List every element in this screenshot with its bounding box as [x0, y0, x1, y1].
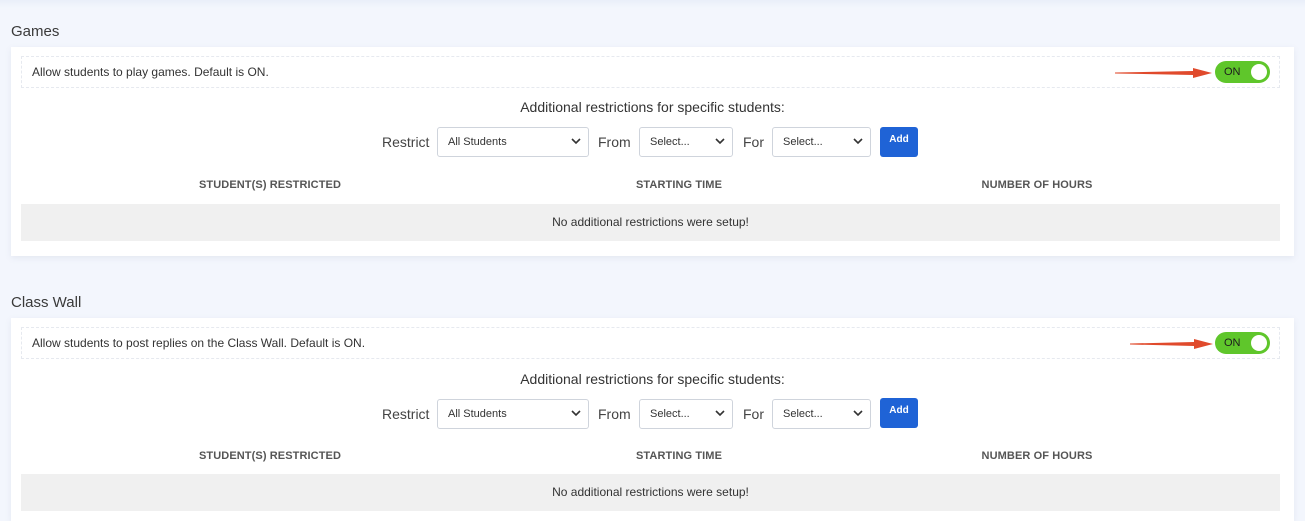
games-restrictions-heading: Additional restrictions for specific stu…	[520, 99, 785, 115]
games-col-hours: NUMBER OF HOURS	[981, 179, 1093, 191]
class-wall-for-select-value: Select...	[783, 408, 823, 420]
games-toggle-label: ON	[1224, 66, 1241, 78]
section-title-class-wall: Class Wall	[11, 294, 82, 311]
games-card: Allow students to play games. Default is…	[11, 47, 1294, 256]
class-wall-for-label: For	[743, 406, 764, 422]
class-wall-add-button[interactable]: Add	[880, 398, 918, 428]
class-wall-from-label: From	[598, 406, 631, 422]
toggle-knob	[1251, 64, 1267, 80]
chevron-down-icon	[853, 410, 863, 417]
chevron-down-icon	[571, 138, 581, 145]
class-wall-col-students: STUDENT(S) RESTRICTED	[198, 450, 342, 462]
games-setting-row: Allow students to play games. Default is…	[21, 56, 1280, 88]
games-col-starting-time: STARTING TIME	[635, 179, 723, 191]
class-wall-from-select[interactable]: Select...	[639, 399, 733, 429]
class-wall-col-starting-time: STARTING TIME	[635, 450, 723, 462]
chevron-down-icon	[853, 138, 863, 145]
games-for-select[interactable]: Select...	[772, 127, 871, 157]
class-wall-setting-label: Allow students to post replies on the Cl…	[32, 336, 366, 350]
class-wall-restrict-label: Restrict	[382, 406, 430, 422]
chevron-down-icon	[571, 410, 581, 417]
top-shadow	[0, 0, 1305, 8]
games-empty-row: No additional restrictions were setup!	[21, 204, 1280, 241]
games-from-label: From	[598, 134, 631, 150]
games-add-button[interactable]: Add	[880, 127, 918, 157]
class-wall-col-hours: NUMBER OF HOURS	[981, 450, 1093, 462]
chevron-down-icon	[715, 410, 725, 417]
games-students-select[interactable]: All Students	[437, 127, 589, 157]
chevron-down-icon	[715, 138, 725, 145]
games-from-select-value: Select...	[650, 136, 690, 148]
class-wall-restrictions-heading: Additional restrictions for specific stu…	[520, 371, 785, 387]
games-setting-label: Allow students to play games. Default is…	[32, 65, 269, 79]
games-students-select-value: All Students	[448, 136, 507, 148]
class-wall-setting-row: Allow students to post replies on the Cl…	[21, 327, 1280, 359]
class-wall-card: Allow students to post replies on the Cl…	[11, 318, 1294, 521]
games-from-select[interactable]: Select...	[639, 127, 733, 157]
class-wall-students-select[interactable]: All Students	[437, 399, 589, 429]
class-wall-toggle-label: ON	[1224, 337, 1241, 349]
toggle-knob	[1251, 335, 1267, 351]
games-restrict-label: Restrict	[382, 134, 430, 150]
games-toggle[interactable]: ON	[1215, 61, 1270, 83]
games-for-label: For	[743, 134, 764, 150]
section-title-games: Games	[11, 23, 60, 40]
class-wall-students-select-value: All Students	[448, 408, 507, 420]
red-arrow-icon	[1130, 339, 1213, 349]
games-col-students: STUDENT(S) RESTRICTED	[198, 179, 342, 191]
games-for-select-value: Select...	[783, 136, 823, 148]
class-wall-from-select-value: Select...	[650, 408, 690, 420]
class-wall-toggle[interactable]: ON	[1215, 332, 1270, 354]
class-wall-empty-row: No additional restrictions were setup!	[21, 474, 1280, 511]
class-wall-for-select[interactable]: Select...	[772, 399, 871, 429]
red-arrow-icon	[1115, 68, 1212, 78]
